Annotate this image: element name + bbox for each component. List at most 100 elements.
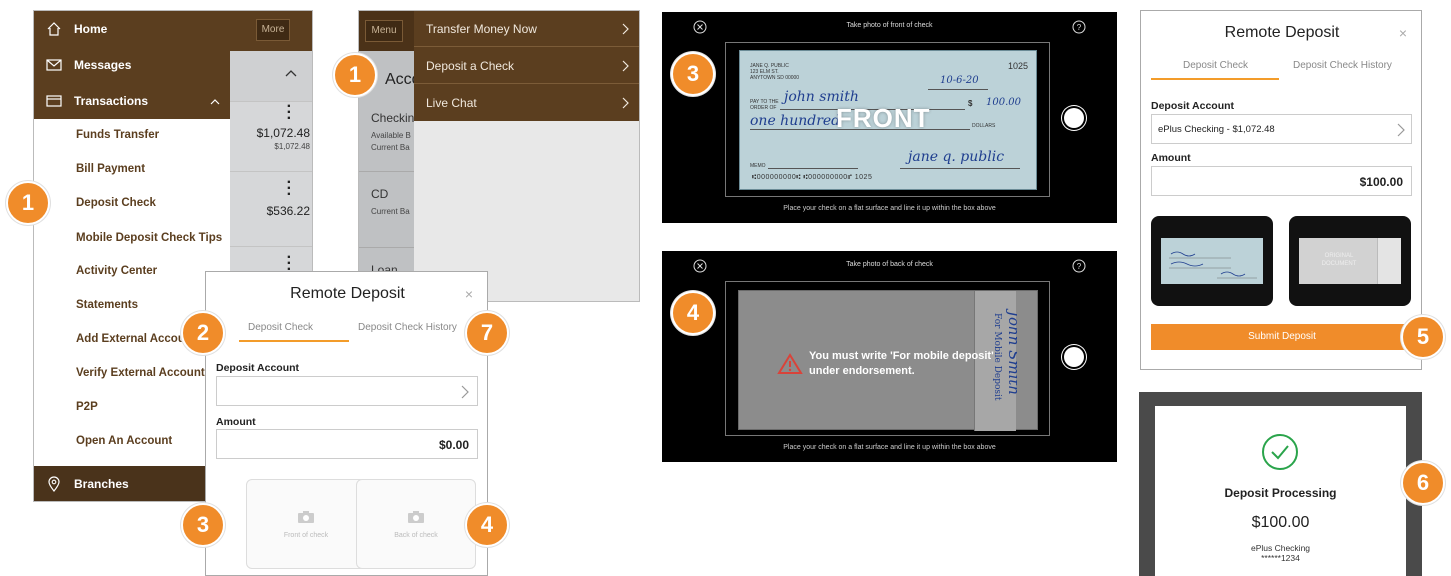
deposit-account-label: Deposit Account bbox=[216, 362, 300, 374]
submit-deposit-button[interactable]: Submit Deposit bbox=[1151, 324, 1413, 350]
chevron-right-icon bbox=[461, 385, 469, 399]
menu-subitem-p2p[interactable]: P2P bbox=[76, 401, 98, 413]
close-icon[interactable]: × bbox=[465, 286, 473, 302]
remote-deposit-form: Remote Deposit × Deposit Check Deposit C… bbox=[205, 271, 488, 576]
account-balance: $536.22 bbox=[266, 204, 310, 218]
menu-subitem-open-account[interactable]: Open An Account bbox=[76, 435, 172, 447]
front-of-check-label: Front of check bbox=[283, 532, 329, 539]
menu-subitem-deposit-tips[interactable]: Mobile Deposit Check Tips bbox=[76, 232, 222, 244]
tab-deposit-check-history[interactable]: Deposit Check History bbox=[1293, 60, 1392, 71]
warning-icon bbox=[777, 353, 803, 374]
deposit-processing-panel: Deposit Processing $100.00 ePlus Checkin… bbox=[1139, 392, 1422, 576]
chevron-up-icon[interactable] bbox=[285, 69, 297, 77]
chevron-right-icon bbox=[622, 97, 629, 109]
deposit-account-select[interactable] bbox=[216, 376, 478, 406]
remote-deposit-form-filled: Remote Deposit × Deposit Check Deposit C… bbox=[1140, 10, 1422, 370]
menu-subitem-verify-external-account[interactable]: Verify External Account bbox=[76, 367, 205, 379]
processing-title: Deposit Processing bbox=[1224, 486, 1337, 500]
menu-item-messages[interactable]: Messages bbox=[34, 47, 230, 83]
deposit-account-select[interactable]: ePlus Checking - $1,072.48 bbox=[1151, 114, 1412, 144]
back-of-check-capture[interactable]: Back of check bbox=[356, 479, 476, 569]
menu-item-label: Deposit a Check bbox=[426, 58, 515, 73]
tab-deposit-check-history[interactable]: Deposit Check History bbox=[358, 322, 457, 333]
step-badge-4: 4 bbox=[671, 291, 715, 335]
menu-item-home[interactable]: Home bbox=[34, 11, 230, 47]
mail-icon bbox=[46, 59, 62, 71]
amount-value: $0.00 bbox=[438, 438, 469, 452]
amount-input[interactable]: $0.00 bbox=[216, 429, 478, 459]
step-badge-2: 2 bbox=[181, 311, 225, 355]
svg-text:?: ? bbox=[1077, 262, 1082, 271]
quick-menu-panel: Menu Accou Checkin Available B Current B… bbox=[358, 10, 640, 302]
back-of-check-thumbnail[interactable]: ORIGINAL DOCUMENT bbox=[1289, 216, 1411, 306]
menu-item-label: Messages bbox=[74, 58, 132, 72]
active-tab-indicator bbox=[239, 340, 349, 342]
home-icon bbox=[47, 22, 61, 36]
checkmark-circle-icon bbox=[1262, 434, 1298, 470]
menu-item-label: Home bbox=[74, 22, 108, 36]
menu-item-label: Transactions bbox=[74, 94, 149, 108]
amount-label: Amount bbox=[216, 416, 256, 428]
menu-subitem-funds-transfer[interactable]: Funds Transfer bbox=[76, 129, 159, 141]
camera-hint: Place your check on a flat surface and l… bbox=[783, 444, 996, 451]
menu-subitem-activity-center[interactable]: Activity Center bbox=[76, 265, 157, 277]
account-masked-number: ******1234 bbox=[1261, 553, 1300, 563]
menu-item-transfer-money[interactable]: Transfer Money Now bbox=[414, 11, 639, 47]
account-detail: Current Ba bbox=[371, 207, 410, 216]
camera-title: Take photo of front of check bbox=[846, 22, 933, 29]
account-name: ePlus Checking bbox=[1250, 543, 1311, 553]
front-of-check-thumbnail[interactable] bbox=[1151, 216, 1273, 306]
help-icon[interactable]: ? bbox=[1072, 20, 1086, 34]
account-card[interactable]: · · · $1,072.48 $1,072.48 bbox=[230, 99, 312, 171]
amount-value: $100.00 bbox=[1359, 175, 1403, 189]
amount-input[interactable]: $100.00 bbox=[1151, 166, 1412, 196]
account-available: $1,072.48 bbox=[274, 142, 310, 151]
menu-item-label: Branches bbox=[74, 477, 129, 491]
menu-subitem-statements[interactable]: Statements bbox=[76, 299, 138, 311]
step-badge-3: 3 bbox=[181, 503, 225, 547]
kebab-menu-icon[interactable]: · · · bbox=[287, 175, 292, 203]
quick-actions-menu: Transfer Money Now Deposit a Check Live … bbox=[414, 11, 639, 121]
menu-subitem-add-external-account[interactable]: Add External Accoun bbox=[76, 333, 192, 345]
front-of-check-capture[interactable]: Front of check bbox=[246, 479, 366, 569]
more-button[interactable]: More bbox=[256, 19, 290, 41]
back-thumbnail-text: ORIGINAL DOCUMENT bbox=[1321, 253, 1357, 267]
account-card[interactable]: · · · $536.22 bbox=[230, 171, 312, 246]
check-back-image: John Smith For Mobile Deposit You must w… bbox=[738, 290, 1038, 431]
kebab-menu-icon[interactable]: · · · bbox=[287, 99, 292, 127]
menu-item-label: Live Chat bbox=[426, 96, 477, 110]
account-name[interactable]: CD bbox=[371, 187, 388, 201]
step-badge-1: 1 bbox=[333, 53, 377, 97]
menu-item-deposit-check[interactable]: Deposit a Check bbox=[414, 48, 639, 84]
deposit-account-value: ePlus Checking - $1,072.48 bbox=[1158, 124, 1275, 135]
page-title: Remote Deposit bbox=[290, 285, 405, 302]
camera-icon bbox=[298, 511, 314, 523]
account-name[interactable]: Checkin bbox=[371, 111, 414, 125]
location-pin-icon bbox=[48, 476, 60, 492]
shutter-button[interactable] bbox=[1064, 108, 1084, 128]
camera-front-screen: Take photo of front of check ? JANE Q. P… bbox=[662, 12, 1117, 223]
step-badge-3: 3 bbox=[671, 52, 715, 96]
navigation-menu: Home Messages Transactions Funds Transfe… bbox=[34, 11, 230, 501]
tab-deposit-check[interactable]: Deposit Check bbox=[248, 322, 313, 333]
menu-item-label: Transfer Money Now bbox=[426, 21, 537, 36]
shutter-button[interactable] bbox=[1064, 347, 1084, 367]
tab-deposit-check[interactable]: Deposit Check bbox=[1183, 60, 1248, 71]
camera-icon bbox=[408, 511, 424, 523]
close-icon[interactable]: × bbox=[1399, 25, 1407, 41]
chevron-right-icon bbox=[1397, 123, 1405, 137]
check-front-thumbnail-image bbox=[1161, 238, 1263, 284]
menu-item-transactions[interactable]: Transactions bbox=[34, 83, 230, 119]
menu-subitem-bill-payment[interactable]: Bill Payment bbox=[76, 163, 145, 175]
menu-button[interactable]: Menu bbox=[365, 20, 403, 42]
back-of-check-label: Back of check bbox=[394, 532, 438, 539]
chevron-right-icon bbox=[622, 60, 629, 72]
camera-back-screen: Take photo of back of check ? John Smith… bbox=[662, 251, 1117, 462]
step-badge-4: 4 bbox=[465, 503, 509, 547]
chevron-right-icon bbox=[622, 23, 629, 35]
front-overlay-label: FRONT bbox=[836, 103, 931, 133]
menu-item-live-chat[interactable]: Live Chat bbox=[414, 85, 639, 121]
menu-subitem-deposit-check[interactable]: Deposit Check bbox=[76, 197, 156, 209]
menu-item-branches[interactable]: Branches bbox=[34, 466, 230, 501]
help-icon[interactable]: ? bbox=[1072, 259, 1086, 273]
